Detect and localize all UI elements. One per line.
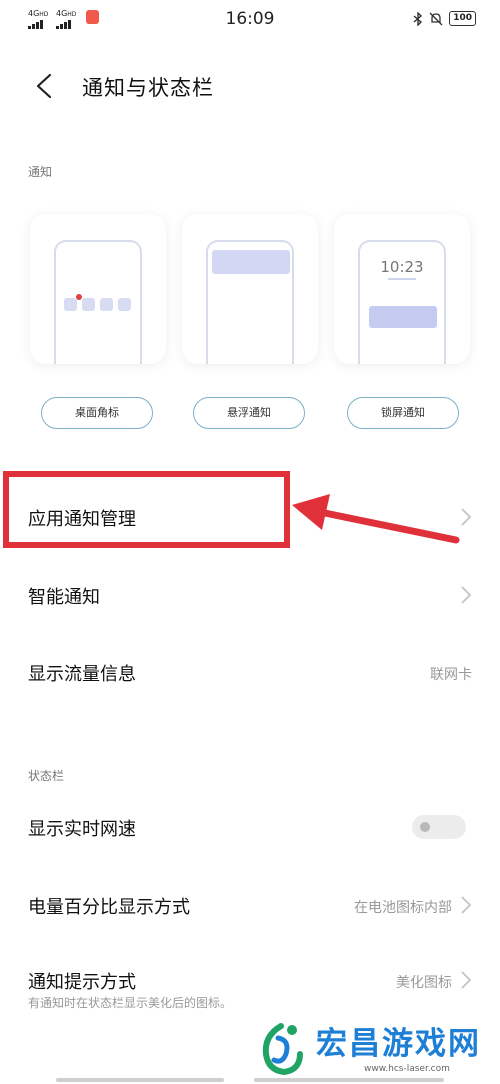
page-title: 通知与状态栏	[82, 76, 214, 100]
bluetooth-icon	[413, 11, 423, 26]
row-title: 显示实时网速	[28, 819, 136, 840]
badge-preview-icon	[54, 240, 142, 364]
smart-notification-row[interactable]: 智能通知	[0, 565, 500, 625]
notification-hint-row[interactable]: 通知提示方式 美化图标 有通知时在状态栏显示美化后的图标。	[0, 950, 500, 1020]
chevron-right-icon	[461, 508, 472, 526]
banner-preview-icon	[206, 240, 294, 364]
app-notification-management-row[interactable]: 应用通知管理	[0, 487, 500, 547]
row-subtitle: 有通知时在状态栏显示美化后的图标。	[28, 996, 233, 1010]
badge-dot-icon	[76, 294, 82, 300]
row-value: 在电池图标内部	[354, 900, 452, 916]
row-title: 电量百分比显示方式	[28, 897, 190, 918]
lockscreen-preview-icon: 10:23	[358, 240, 446, 364]
realtime-speed-row[interactable]: 显示实时网速	[0, 797, 500, 857]
back-arrow-icon[interactable]	[32, 72, 56, 100]
battery-percentage-row[interactable]: 电量百分比显示方式 在电池图标内部	[0, 875, 500, 935]
watermark-text: 宏昌游戏网	[316, 1026, 481, 1062]
row-title: 智能通知	[28, 587, 100, 608]
watermark: 宏昌游戏网 www.hcs-laser.com	[256, 1016, 500, 1084]
realtime-speed-toggle[interactable]	[412, 815, 466, 839]
watermark-url: www.hcs-laser.com	[364, 1064, 450, 1074]
status-bar: 4GHD 4GHD 16:09 100	[0, 0, 500, 40]
watermark-logo-icon	[262, 1023, 303, 1076]
home-indicator-secondary	[254, 1078, 444, 1082]
row-title: 应用通知管理	[28, 509, 136, 530]
section-label-statusbar: 状态栏	[28, 769, 65, 783]
floating-style-card[interactable]	[182, 214, 318, 364]
page-header: 通知与状态栏	[0, 62, 500, 110]
badge-style-button[interactable]: 桌面角标	[41, 397, 153, 429]
mute-icon	[429, 12, 443, 25]
chevron-right-icon	[461, 586, 472, 604]
lockscreen-style-card[interactable]: 10:23	[334, 214, 470, 364]
lockscreen-preview-time: 10:23	[380, 258, 424, 276]
section-label-notification: 通知	[28, 165, 53, 179]
battery-icon: 100	[449, 11, 476, 26]
chevron-right-icon	[461, 896, 472, 914]
chevron-right-icon	[461, 971, 472, 989]
badge-style-card[interactable]	[30, 214, 166, 364]
lockscreen-notification-button[interactable]: 锁屏通知	[347, 397, 459, 429]
home-indicator	[56, 1078, 224, 1082]
floating-notification-button[interactable]: 悬浮通知	[193, 397, 305, 429]
row-value: 美化图标	[396, 975, 452, 991]
show-data-usage-row[interactable]: 显示流量信息 联网卡	[0, 642, 500, 702]
row-value: 联网卡	[430, 667, 472, 683]
row-title: 通知提示方式	[28, 972, 136, 993]
toggle-knob	[420, 822, 430, 832]
row-title: 显示流量信息	[28, 664, 136, 685]
